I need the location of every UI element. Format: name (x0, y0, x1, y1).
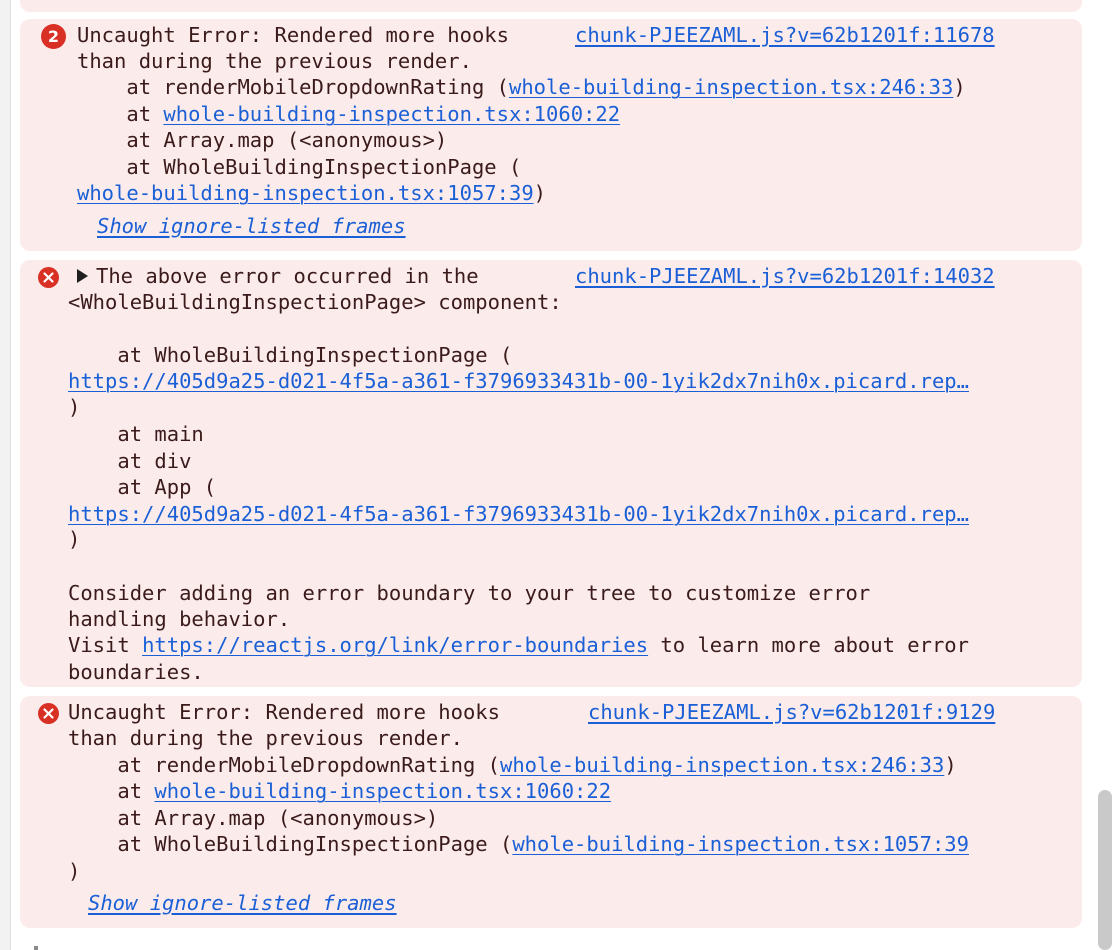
previous-console-message (20, 0, 1082, 12)
stack-frame: at div (68, 449, 192, 473)
stack-frame: at main (68, 422, 204, 446)
error-message-text: The above error occurred in the (96, 264, 479, 288)
error-message-text: than during the previous render. (68, 726, 463, 750)
stack-frame: at whole-building-inspection.tsx:1060:22 (77, 102, 621, 126)
stack-frame: at Array.map (<anonymous>) (68, 806, 439, 830)
stack-frame: whole-building-inspection.tsx:1057:39) (77, 181, 546, 205)
error-boundary-hint: Consider adding an error boundary to you… (68, 581, 871, 605)
stack-frame-link[interactable]: whole-building-inspection.tsx:1057:39 (512, 832, 969, 856)
console-error-message[interactable]: chunk-PJEEZAML.js?v=62b1201f:14032 The a… (20, 260, 1082, 687)
stack-frame-link[interactable]: whole-building-inspection.tsx:1057:39 (77, 181, 534, 205)
error-message-text: Uncaught Error: Rendered more hooks (68, 700, 500, 724)
console-left-rail (0, 0, 11, 950)
error-message-text: Uncaught Error: Rendered more hooks (77, 23, 509, 47)
error-message-text: than during the previous render. (77, 49, 472, 73)
console-error-message: chunk-PJEEZAML.js?v=62b1201f:9129 Uncaug… (20, 696, 1082, 928)
stack-frame: https://405d9a25-d021-4f5a-a361-f3796933… (68, 501, 969, 527)
stack-frame-link[interactable]: whole-building-inspection.tsx:1060:22 (163, 102, 620, 126)
stack-frame: at renderMobileDropdownRating (whole-bui… (68, 753, 957, 777)
error-message-text: <WholeBuildingInspectionPage> component: (68, 290, 562, 314)
stack-frame-link[interactable]: whole-building-inspection.tsx:246:33 (509, 75, 953, 99)
stack-frame: at Array.map (<anonymous>) (77, 128, 448, 152)
vertical-scrollbar-thumb[interactable] (1098, 790, 1112, 950)
console-error-message: 2 chunk-PJEEZAML.js?v=62b1201f:11678 Unc… (20, 19, 1082, 251)
expand-triangle-icon[interactable] (77, 269, 88, 283)
stack-frame: at WholeBuildingInspectionPage ( (68, 343, 513, 367)
stack-frame-link[interactable]: whole-building-inspection.tsx:1060:22 (154, 779, 611, 803)
stack-frame: at renderMobileDropdownRating (whole-bui… (77, 75, 966, 99)
stack-frame: at whole-building-inspection.tsx:1060:22 (68, 779, 612, 803)
error-boundary-hint: boundaries. (68, 660, 204, 684)
error-count-badge: 2 (41, 24, 66, 49)
error-x-icon (38, 703, 59, 724)
stack-frame: ) (68, 395, 81, 419)
error-boundary-hint: handling behavior. (68, 607, 291, 631)
stack-frame: at WholeBuildingInspectionPage ( (77, 155, 522, 179)
show-ignore-listed-frames-link[interactable]: Show ignore-listed frames (97, 213, 406, 239)
console-prompt-marker (34, 946, 38, 950)
stack-frame-link[interactable]: whole-building-inspection.tsx:246:33 (500, 753, 944, 777)
source-location-link[interactable]: chunk-PJEEZAML.js?v=62b1201f:11678 (575, 22, 995, 48)
stack-frame: at WholeBuildingInspectionPage (whole-bu… (68, 832, 969, 856)
stack-frame: at App ( (68, 475, 217, 499)
error-boundary-hint: Visit https://reactjs.org/link/error-bou… (68, 633, 969, 657)
stack-frame-link[interactable]: https://405d9a25-d021-4f5a-a361-f3796933… (68, 502, 969, 526)
show-ignore-listed-frames-link[interactable]: Show ignore-listed frames (88, 890, 397, 916)
stack-frame-link[interactable]: https://405d9a25-d021-4f5a-a361-f3796933… (68, 369, 969, 393)
error-boundaries-docs-link[interactable]: https://reactjs.org/link/error-boundarie… (142, 633, 648, 657)
stack-frame: ) (68, 527, 81, 551)
stack-frame: https://405d9a25-d021-4f5a-a361-f3796933… (68, 368, 969, 394)
source-location-link[interactable]: chunk-PJEEZAML.js?v=62b1201f:9129 (588, 699, 995, 725)
stack-frame: ) (68, 859, 81, 883)
error-x-icon (38, 267, 59, 288)
source-location-link[interactable]: chunk-PJEEZAML.js?v=62b1201f:14032 (575, 263, 995, 289)
